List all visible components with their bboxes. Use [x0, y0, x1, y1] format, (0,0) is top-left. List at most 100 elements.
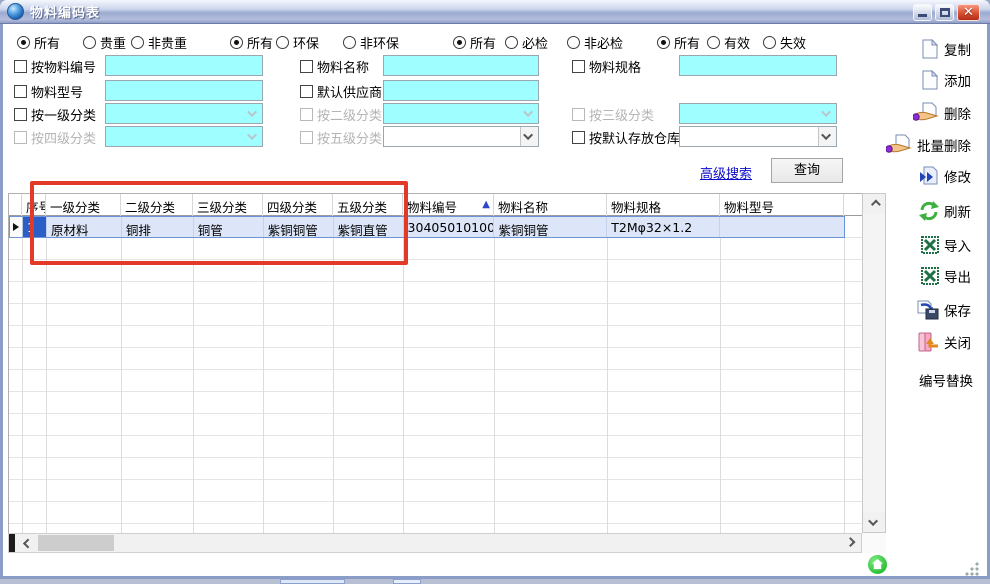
radio-not-valuable[interactable]: 非贵重 [131, 33, 187, 52]
minimize-icon [918, 14, 927, 17]
checkbox-material-spec[interactable]: 物料规格 [572, 57, 641, 76]
maximize-button[interactable] [935, 4, 954, 21]
scroll-left-button[interactable] [15, 534, 37, 552]
checkbox-icon [300, 108, 313, 121]
checkbox-icon [14, 131, 27, 144]
export-button[interactable]: 导出 [921, 266, 971, 286]
checkbox-material-model[interactable]: 物料型号 [14, 82, 83, 101]
home-icon [872, 559, 883, 570]
row-selector-cell[interactable] [10, 217, 23, 237]
scrollbar-corner [862, 533, 886, 553]
refresh-button[interactable]: 刷新 [919, 201, 971, 221]
horizontal-scrollbar[interactable] [8, 533, 862, 553]
cell-spec[interactable]: T2Mφ32×1.2 [607, 217, 720, 237]
radio-inspect[interactable]: 必检 [505, 33, 548, 52]
copy-page-icon [921, 39, 939, 59]
checkbox-by-material-code[interactable]: 按物料编号 [14, 57, 96, 76]
horizontal-scroll-thumb[interactable] [38, 535, 114, 551]
material-code-input[interactable] [105, 55, 263, 76]
refresh-icon [919, 201, 939, 221]
add-button[interactable]: 添加 [921, 70, 971, 90]
radio-valid-all[interactable]: 所有 [657, 33, 700, 52]
app-window: 物料编码表 ✕ 所有 贵重 非贵重 所有 环保 非环保 所有 必检 非必检 所有… [0, 0, 990, 579]
radio-valuable-all[interactable]: 所有 [17, 33, 60, 52]
cell-code[interactable]: 3040501010001 [404, 217, 495, 237]
cell-name[interactable]: 紫铜铜管 [494, 217, 607, 237]
import-button[interactable]: 导入 [921, 235, 971, 255]
delete-hand-icon [913, 102, 939, 124]
modify-button[interactable]: 修改 [919, 166, 971, 186]
checkbox-category-4[interactable]: 按四级分类 [14, 128, 96, 147]
checkbox-category-3[interactable]: 按三级分类 [572, 105, 654, 124]
scroll-down-button[interactable] [863, 512, 885, 532]
radio-not-inspect[interactable]: 非必检 [567, 33, 623, 52]
add-page-icon [921, 70, 939, 90]
material-model-input[interactable] [105, 80, 263, 101]
radio-icon [567, 36, 580, 49]
minimize-button[interactable] [913, 4, 932, 21]
checkbox-default-warehouse[interactable]: 按默认存放仓库 [572, 128, 680, 147]
scroll-up-button[interactable] [863, 194, 885, 214]
checkbox-default-supplier[interactable]: 默认供应商 [300, 82, 382, 101]
checkbox-material-name[interactable]: 物料名称 [300, 57, 369, 76]
radio-not-env[interactable]: 非环保 [343, 33, 399, 52]
chevron-down-icon [523, 130, 533, 140]
checkbox-icon [14, 108, 27, 121]
batch-delete-hand-icon [886, 134, 912, 156]
chevron-left-icon [22, 538, 32, 548]
close-button[interactable]: ✕ [957, 4, 980, 21]
category-1-select[interactable] [105, 103, 263, 124]
window-title: 物料编码表 [30, 2, 100, 21]
col-header-code[interactable]: 物料编号▲ [403, 194, 494, 216]
vertical-scrollbar[interactable] [862, 193, 886, 533]
default-supplier-input[interactable] [383, 80, 539, 101]
radio-icon [230, 36, 243, 49]
checkbox-category-1[interactable]: 按一级分类 [14, 105, 96, 124]
close-form-button[interactable]: 关闭 [917, 332, 971, 352]
delete-button[interactable]: 删除 [913, 102, 971, 124]
col-header-spec[interactable]: 物料规格 [607, 194, 720, 216]
current-row-arrow-icon [13, 223, 19, 231]
title-bar[interactable]: 物料编码表 ✕ [0, 0, 990, 24]
radio-env[interactable]: 环保 [276, 33, 319, 52]
material-spec-input[interactable] [679, 55, 837, 76]
advanced-search-link[interactable]: 高级搜索 [700, 163, 752, 182]
scroll-right-button[interactable] [839, 534, 861, 552]
radio-env-all[interactable]: 所有 [230, 33, 273, 52]
code-replace-button[interactable]: 编号替换 [919, 370, 973, 390]
resize-grip[interactable] [965, 562, 979, 576]
red-highlight-annotation [30, 181, 408, 265]
category-2-select[interactable] [383, 103, 539, 124]
col-header-model[interactable]: 物料型号 [720, 194, 844, 216]
default-warehouse-select[interactable] [679, 126, 837, 147]
checkbox-icon [300, 85, 313, 98]
copy-button[interactable]: 复制 [921, 39, 971, 59]
material-name-input[interactable] [383, 55, 539, 76]
checkbox-icon [14, 85, 27, 98]
checkbox-category-2[interactable]: 按二级分类 [300, 105, 382, 124]
chevron-right-icon [845, 537, 855, 547]
radio-valuable[interactable]: 贵重 [83, 33, 126, 52]
sort-ascending-icon[interactable]: ▲ [482, 199, 490, 210]
radio-icon [343, 36, 356, 49]
radio-invalid[interactable]: 失效 [763, 33, 806, 52]
radio-inspect-all[interactable]: 所有 [453, 33, 496, 52]
chevron-down-icon [821, 130, 831, 140]
gutter-header [9, 194, 22, 216]
query-button[interactable]: 查询 [771, 158, 843, 183]
col-header-name[interactable]: 物料名称 [494, 194, 607, 216]
radio-icon [276, 36, 289, 49]
batch-delete-button[interactable]: 批量删除 [886, 134, 971, 156]
save-button[interactable]: 保存 [917, 300, 971, 320]
category-5-select[interactable] [383, 126, 539, 147]
green-safety-icon[interactable] [868, 555, 887, 574]
radio-icon [131, 36, 144, 49]
category-4-select[interactable] [105, 126, 263, 147]
category-3-select[interactable] [679, 103, 837, 124]
radio-icon [17, 36, 30, 49]
radio-valid[interactable]: 有效 [707, 33, 750, 52]
import-excel-icon [921, 236, 939, 254]
radio-icon [83, 36, 96, 49]
cell-model[interactable] [720, 217, 844, 237]
checkbox-category-5[interactable]: 按五级分类 [300, 128, 382, 147]
